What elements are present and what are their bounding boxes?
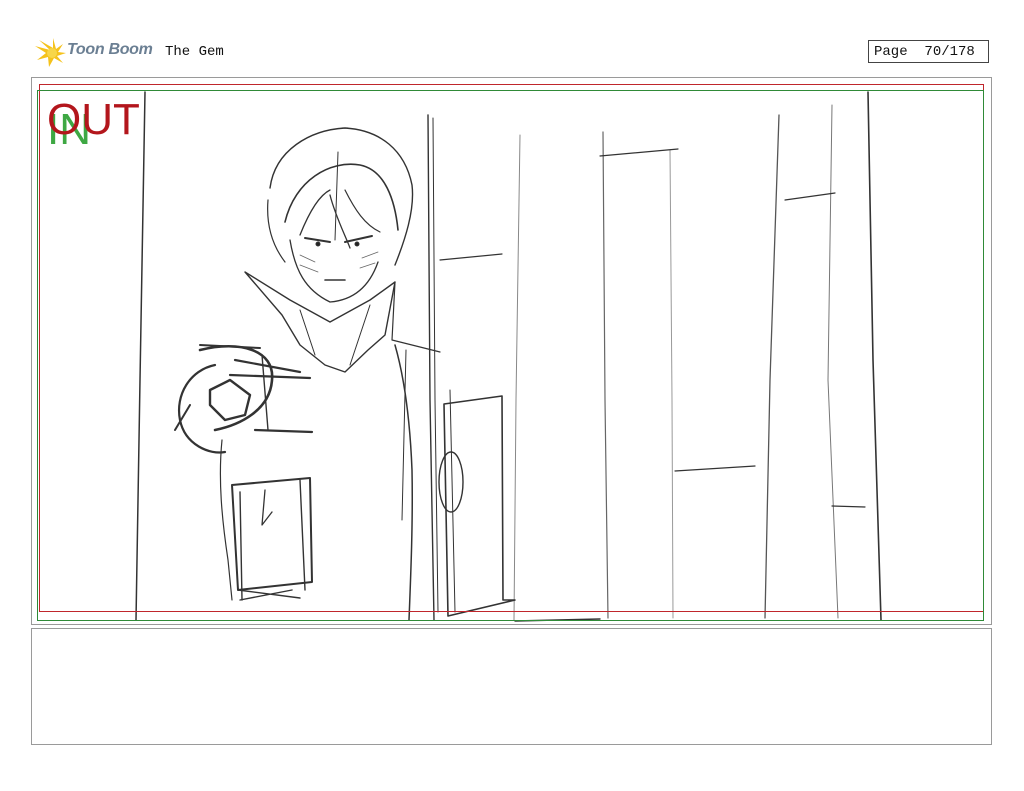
panel-notes-area[interactable] (31, 628, 992, 745)
out-label: OUT (47, 95, 140, 144)
in-frame (37, 90, 984, 621)
